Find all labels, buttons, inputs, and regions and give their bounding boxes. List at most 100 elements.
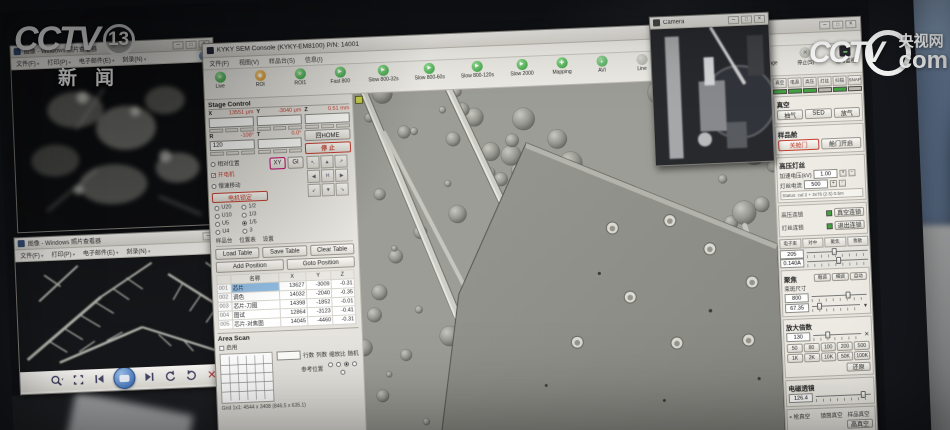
vacuum-button[interactable]: 放气 — [833, 107, 860, 118]
current-value-field[interactable]: 0.140A — [780, 258, 804, 268]
toolbar-button[interactable]: Slow 2000 — [509, 59, 534, 79]
fit-to-window-icon[interactable] — [71, 373, 86, 388]
speed-radio[interactable] — [242, 228, 247, 233]
axis-input[interactable] — [257, 114, 302, 126]
minimize-button[interactable] — [819, 21, 830, 29]
beam-tab[interactable]: 电子束 — [779, 239, 801, 250]
area-scan-field[interactable] — [277, 351, 301, 361]
speed-radio[interactable] — [214, 205, 219, 210]
vacuum-button[interactable]: SED — [805, 108, 832, 119]
lens-slider[interactable] — [815, 391, 872, 402]
toolbar-button[interactable]: Slow 800-60s — [414, 62, 445, 82]
area-scan-enable-checkbox[interactable] — [219, 345, 224, 350]
dpad-up-left-icon[interactable] — [306, 156, 320, 170]
mag-preset-button[interactable]: 1K — [787, 354, 803, 364]
axis-input[interactable] — [305, 112, 350, 124]
axis-step-button[interactable] — [321, 124, 335, 129]
axis-step-button[interactable] — [273, 126, 287, 131]
dpad-right-icon[interactable] — [335, 168, 349, 182]
toolbar-button[interactable]: ROI — [248, 70, 273, 90]
focus-mode-button[interactable]: 自动 — [850, 272, 867, 281]
mag-preset-button[interactable]: 50 — [787, 344, 803, 354]
chamber-close-button[interactable]: 关舱门 — [778, 139, 819, 152]
stage-tab[interactable]: 位置表 — [239, 235, 256, 244]
axis-input[interactable]: 120 — [210, 139, 255, 151]
status-tab[interactable]: 灯丝 — [817, 76, 831, 87]
filament-plus-button[interactable]: + — [830, 180, 837, 187]
status-tab[interactable]: 高压 — [802, 77, 816, 88]
stage-tab[interactable]: 设置 — [263, 235, 274, 243]
spot-size-field[interactable]: 800 — [785, 293, 809, 303]
toolbar-button[interactable]: 停止(S) — [793, 47, 818, 67]
status-tab[interactable]: SNAP — [847, 75, 861, 86]
table-button[interactable]: Clear Table — [310, 243, 355, 256]
zoom-icon[interactable] — [50, 373, 65, 388]
interlock-button[interactable]: 退出连锁 — [834, 220, 864, 230]
axis-step-button[interactable] — [241, 150, 255, 155]
slideshow-icon[interactable] — [112, 367, 135, 390]
next-icon[interactable] — [142, 370, 157, 385]
menu-item[interactable]: 文件(F) — [20, 250, 44, 260]
toolbar-button[interactable]: AVI — [589, 55, 614, 75]
lens-value-field[interactable]: 126.4 — [789, 393, 813, 403]
menu-item[interactable]: 文件(F) — [209, 58, 229, 68]
menu-item[interactable]: 信息(I) — [305, 54, 323, 64]
sem-console-window[interactable]: KYKY SEM Console (KYKY-EM8100) P/N: 1400… — [201, 16, 878, 430]
rotate-cw-icon[interactable] — [184, 368, 199, 383]
toolbar-button[interactable]: 信号监视 — [833, 45, 858, 65]
status-tab[interactable]: 扫描 — [832, 75, 846, 86]
rotate-ccw-icon[interactable] — [163, 369, 178, 384]
area-ref-radio[interactable] — [327, 362, 332, 367]
mag-preset-button[interactable]: 200 — [837, 341, 853, 351]
menu-item[interactable]: 打印(P) — [47, 57, 71, 67]
menu-item[interactable]: 电子邮件(E) — [79, 55, 115, 65]
menu-item[interactable]: 样品台(S) — [269, 56, 295, 66]
stop-button[interactable]: 停 止 — [305, 141, 351, 154]
maximize-button[interactable] — [741, 15, 752, 23]
dpad-down-left-icon[interactable] — [307, 184, 321, 198]
minimize-button[interactable] — [172, 41, 183, 49]
table-button[interactable]: Load Table — [215, 247, 260, 260]
dpad-up-right-icon[interactable] — [334, 154, 348, 168]
axis-step-button[interactable] — [336, 123, 350, 128]
status-tab[interactable]: 真空 — [772, 78, 786, 89]
speed-radio[interactable] — [215, 229, 220, 234]
axis-input[interactable] — [209, 116, 254, 128]
chamber-open-button[interactable]: 舱门开启 — [821, 137, 862, 150]
home-button[interactable]: 回HOME — [304, 128, 350, 141]
axis-step-button[interactable] — [305, 125, 319, 130]
mag-preset-button[interactable]: 500 — [854, 341, 870, 351]
area-ref-radio[interactable] — [351, 361, 356, 366]
axis-step-button[interactable] — [210, 152, 224, 157]
toolbar-button[interactable]: Live — [208, 71, 233, 91]
minimize-button[interactable] — [728, 15, 739, 23]
axis-step-button[interactable] — [257, 127, 271, 132]
focus-mode-button[interactable]: 粗调 — [814, 273, 831, 282]
mag-preset-button[interactable]: 80 — [803, 343, 819, 353]
stage-tab[interactable]: 样品台 — [216, 236, 233, 245]
mag-value-field[interactable]: 130 — [786, 332, 810, 342]
mag-preset-button[interactable]: 100K — [854, 351, 870, 361]
axis-input[interactable] — [257, 137, 302, 149]
table-button[interactable]: Save Table — [262, 245, 307, 258]
toolbar-button[interactable]: ROI1 — [288, 68, 313, 88]
kv-plus-button[interactable]: + — [839, 170, 846, 177]
focus-mode-button[interactable]: 细调 — [832, 273, 849, 282]
axis-step-button[interactable] — [258, 150, 272, 155]
area-ref-radio[interactable] — [335, 362, 340, 367]
relative-position-radio[interactable] — [210, 161, 215, 166]
kv-minus-button[interactable]: − — [848, 169, 855, 176]
camera-window[interactable]: Camera — [649, 12, 775, 167]
beam-tab[interactable]: 对中 — [802, 238, 824, 249]
mag-preset-button[interactable]: 2K — [804, 353, 820, 363]
fine-focus-field[interactable]: 67.35 — [785, 303, 809, 313]
dpad-up-icon[interactable] — [320, 155, 334, 169]
speed-radio[interactable] — [242, 220, 247, 225]
axis-step-button[interactable] — [226, 151, 240, 156]
menu-item[interactable]: 视图(V) — [239, 57, 259, 67]
axis-step-button[interactable] — [288, 125, 302, 130]
dpad-down-icon[interactable] — [321, 183, 335, 197]
menu-item[interactable]: 电子邮件(E) — [83, 247, 119, 257]
speed-radio[interactable] — [241, 204, 246, 209]
dpad-down-right-icon[interactable] — [335, 182, 349, 196]
